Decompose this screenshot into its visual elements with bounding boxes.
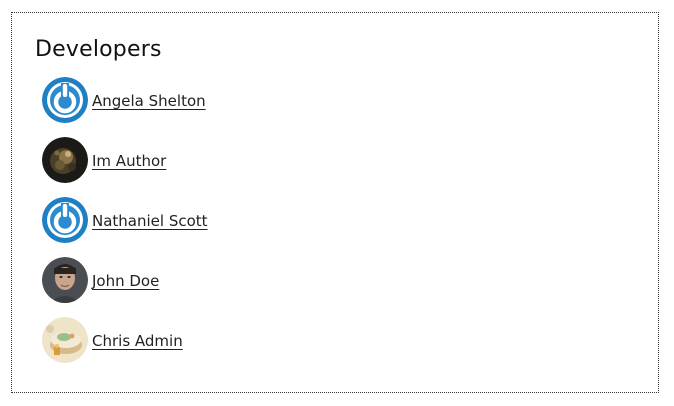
- developer-list: Angela Shelton Im Author Nathaniel Scott…: [42, 77, 208, 377]
- developer-link-im-author[interactable]: Im Author: [92, 152, 166, 170]
- power-logo-avatar-icon[interactable]: [42, 77, 88, 123]
- dark-art-avatar-icon[interactable]: [42, 137, 88, 183]
- list-item: Nathaniel Scott: [42, 197, 208, 257]
- developer-link-chris-admin[interactable]: Chris Admin: [92, 332, 183, 350]
- photo-avatar-icon[interactable]: [42, 257, 88, 303]
- list-item: Angela Shelton: [42, 77, 208, 137]
- developer-link-nathaniel-scott[interactable]: Nathaniel Scott: [92, 212, 208, 230]
- list-item: John Doe: [42, 257, 208, 317]
- developers-widget: Developers Angela Shelton Im Author Nath…: [11, 12, 659, 393]
- widget-title: Developers: [35, 37, 162, 62]
- cake-avatar-icon[interactable]: [42, 317, 88, 363]
- developer-link-john-doe[interactable]: John Doe: [92, 272, 159, 290]
- list-item: Im Author: [42, 137, 208, 197]
- developer-link-angela-shelton[interactable]: Angela Shelton: [92, 92, 206, 110]
- power-logo-avatar-icon[interactable]: [42, 197, 88, 243]
- list-item: Chris Admin: [42, 317, 208, 377]
